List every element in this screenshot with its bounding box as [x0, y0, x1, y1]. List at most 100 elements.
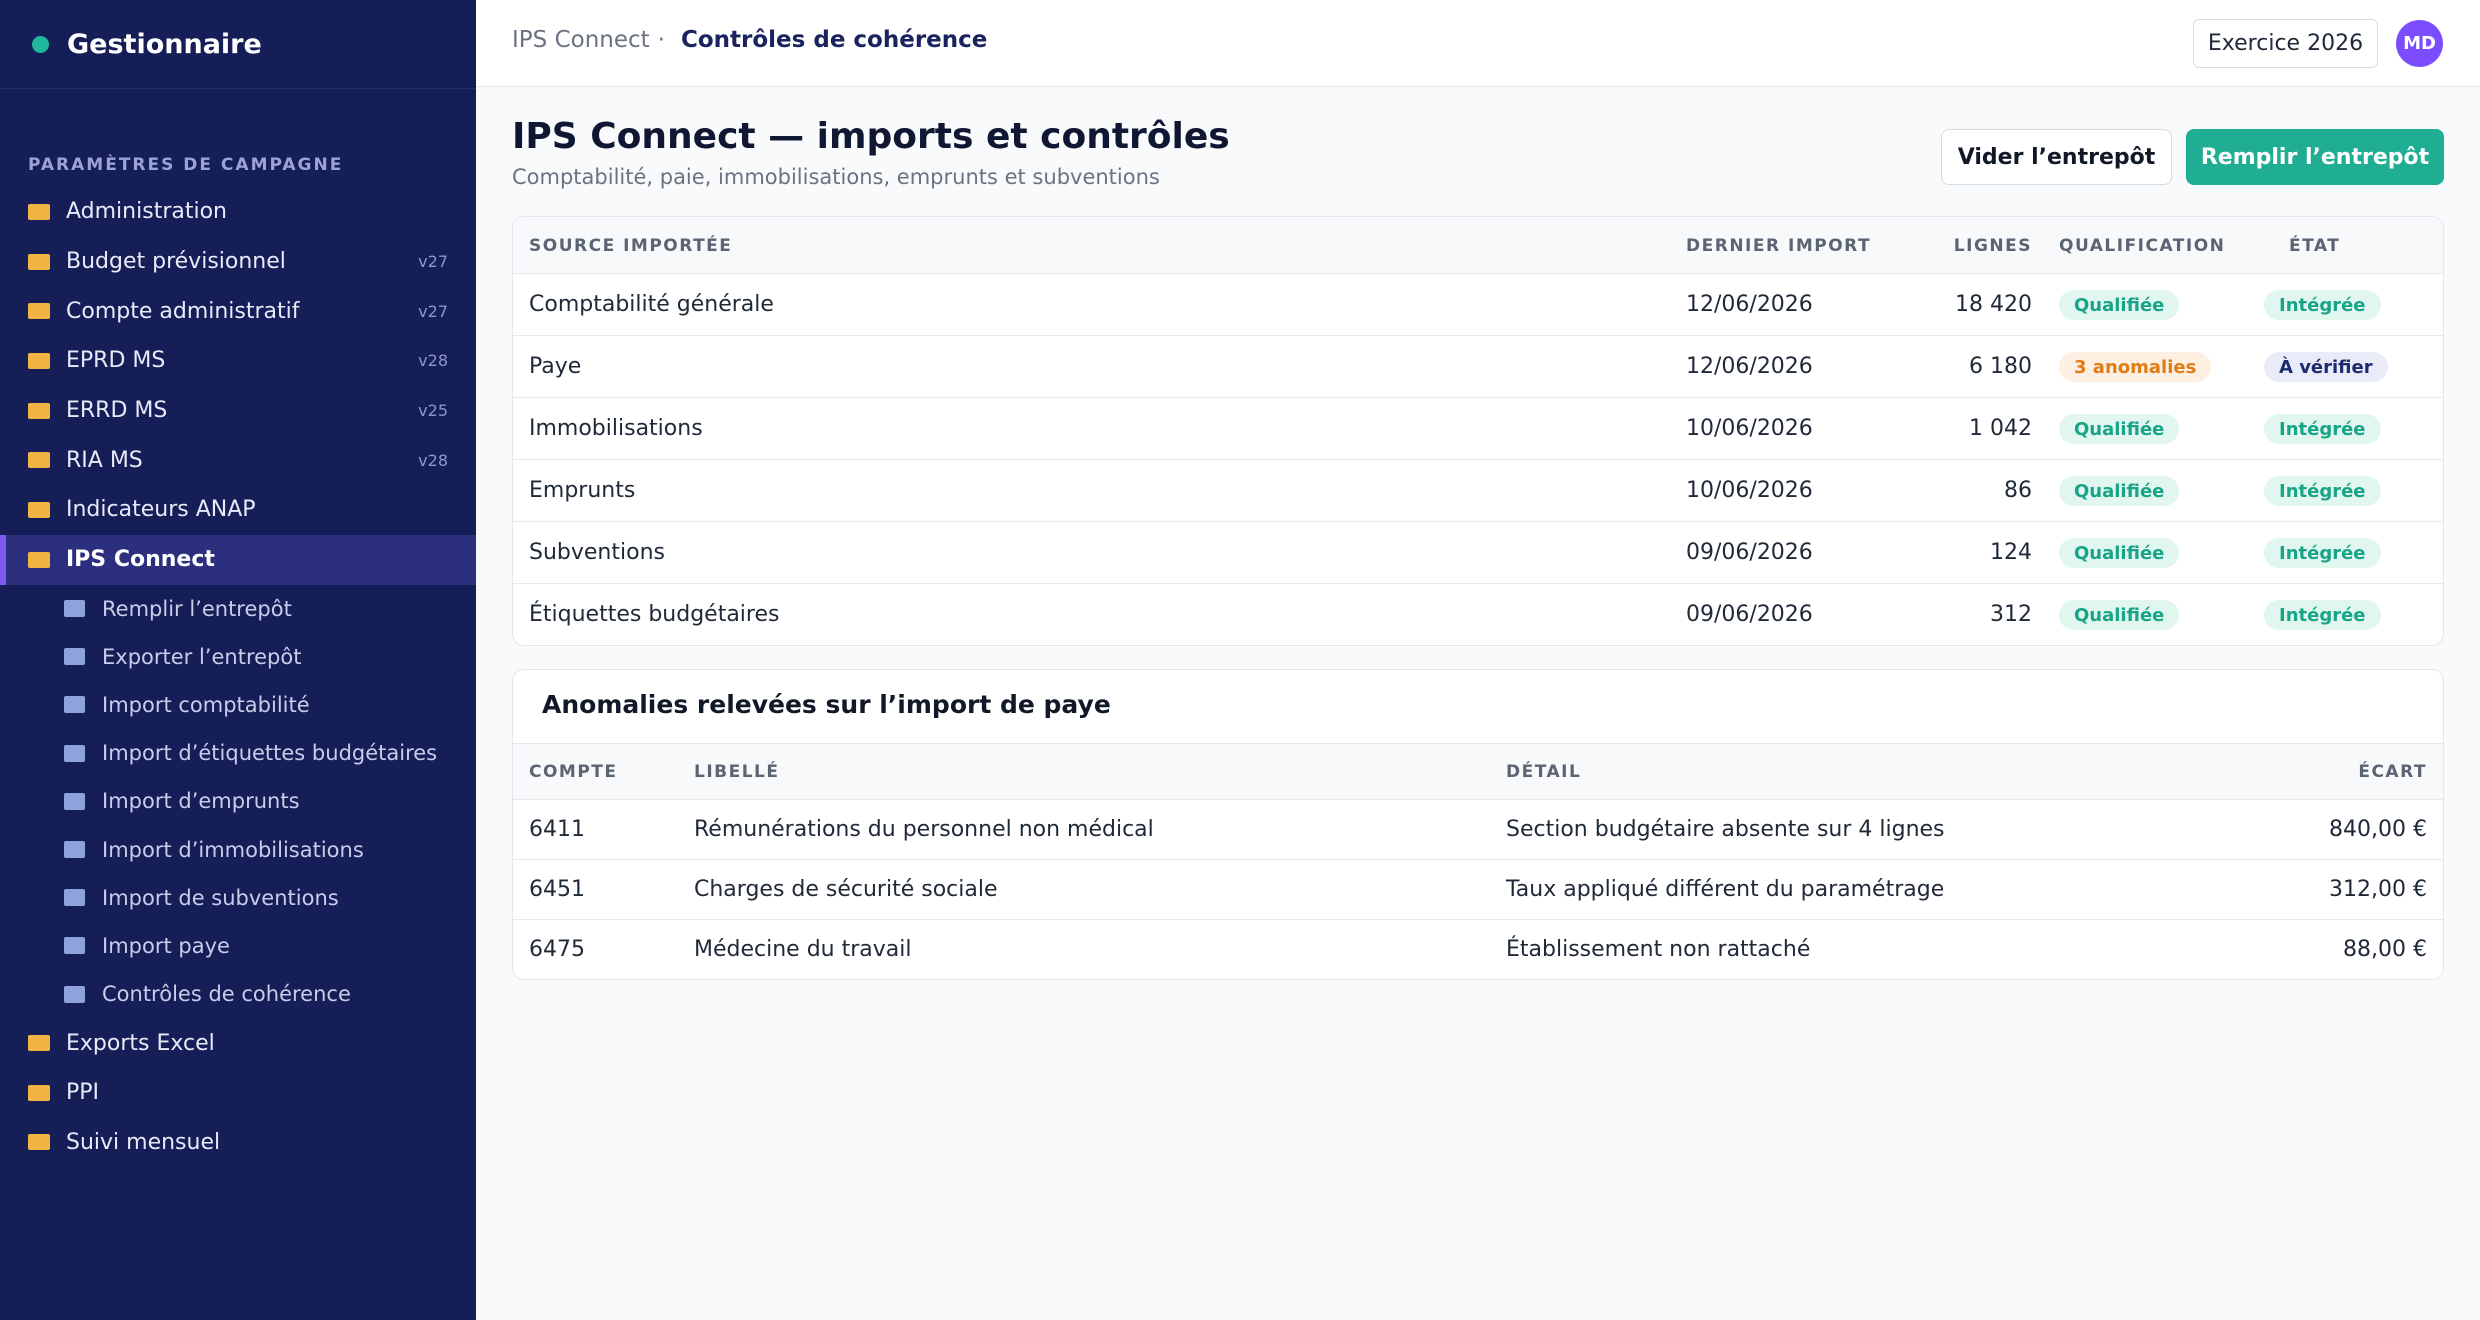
version-badge: v27 — [418, 301, 448, 321]
sidebar-subitem-remplir-entrepot[interactable]: Remplir l’entrepôt — [0, 585, 476, 633]
version-badge: v28 — [418, 450, 448, 470]
fill-warehouse-button[interactable]: Remplir l’entrepôt — [2186, 129, 2444, 185]
brand-name: Gestionnaire — [67, 28, 262, 60]
page-icon — [64, 696, 85, 714]
breadcrumb-current: Contrôles de cohérence — [680, 27, 988, 53]
breadcrumb-parent[interactable]: IPS Connect — [512, 27, 650, 53]
cell-detail: Établissement non rattaché — [1506, 937, 1811, 962]
state-badge: Intégrée — [2264, 290, 2381, 320]
anomalies-title: Anomalies relevées sur l’import de paye — [542, 690, 1111, 719]
avatar[interactable]: MD — [2396, 20, 2443, 67]
cell-date: 10/06/2026 — [1686, 416, 1813, 441]
sidebar-item-administration[interactable]: Administration — [0, 187, 476, 237]
cell-account: 6411 — [529, 817, 585, 842]
sidebar-item-label: RIA MS — [66, 447, 143, 473]
brand[interactable]: Gestionnaire — [32, 26, 262, 62]
sidebar-item-errd-ms[interactable]: ERRD MS v25 — [0, 386, 476, 436]
sidebar-item-eprd-ms[interactable]: EPRD MS v28 — [0, 336, 476, 386]
folder-icon — [28, 551, 50, 568]
state-badge: À vérifier — [2264, 352, 2388, 382]
cell-source: Emprunts — [529, 478, 636, 503]
page-icon — [64, 648, 85, 666]
table-row[interactable]: Comptabilité générale 12/06/2026 18 420 … — [513, 274, 2443, 336]
sidebar-divider — [0, 88, 476, 89]
sidebar-item-ppi[interactable]: PPI — [0, 1068, 476, 1118]
cell-source: Étiquettes budgétaires — [529, 602, 780, 627]
state-badge: Intégrée — [2264, 600, 2381, 630]
qualification-badge: Qualifiée — [2059, 414, 2180, 444]
qualification-badge: Qualifiée — [2059, 538, 2180, 568]
column-header-last-import: DERNIER IMPORT — [1686, 236, 1872, 256]
page-title: IPS Connect — imports et contrôles — [512, 116, 1230, 157]
page-subtitle: Comptabilité, paie, immobilisations, emp… — [512, 165, 1160, 189]
cell-lines: 1 042 — [1969, 416, 2032, 441]
sidebar-item-ria-ms[interactable]: RIA MS v28 — [0, 435, 476, 485]
version-badge: v28 — [418, 351, 448, 371]
cell-date: 09/06/2026 — [1686, 540, 1813, 565]
table-row[interactable]: Subventions 09/06/2026 124 Qualifiée Int… — [513, 522, 2443, 584]
cell-detail: Taux appliqué différent du paramétrage — [1506, 877, 1945, 902]
sidebar-section-title: PARAMÈTRES DE CAMPAGNE — [28, 155, 344, 175]
cell-source: Subventions — [529, 540, 665, 565]
sidebar-item-label: EPRD MS — [66, 348, 166, 374]
sidebar-subitem-import-subventions[interactable]: Import de subventions — [0, 874, 476, 922]
column-header-detail: DÉTAIL — [1506, 762, 1582, 782]
sidebar-item-label: Compte administratif — [66, 298, 300, 324]
page-icon — [64, 889, 85, 907]
column-header-source: SOURCE IMPORTÉE — [529, 236, 733, 256]
sidebar-nav: Administration Budget prévisionnel v27 C… — [0, 187, 476, 1167]
sidebar-subitem-label: Remplir l’entrepôt — [102, 596, 292, 621]
column-header-state: ÉTAT — [2289, 236, 2341, 256]
status-dot-icon — [32, 35, 49, 53]
sidebar-item-budget-previsionnel[interactable]: Budget prévisionnel v27 — [0, 237, 476, 287]
table-row[interactable]: 6451 Charges de sécurité sociale Taux ap… — [513, 860, 2443, 920]
empty-warehouse-button[interactable]: Vider l’entrepôt — [1941, 129, 2172, 185]
page-icon — [64, 600, 85, 618]
sidebar-item-indicateurs-anap[interactable]: Indicateurs ANAP — [0, 485, 476, 535]
sidebar-item-label: Budget prévisionnel — [66, 249, 286, 275]
column-header-label: LIBELLÉ — [694, 762, 780, 782]
column-header-account: COMPTE — [529, 762, 618, 782]
table-row[interactable]: 6475 Médecine du travail Établissement n… — [513, 920, 2443, 979]
sidebar-item-label: Administration — [66, 199, 227, 225]
table-row[interactable]: Étiquettes budgétaires 09/06/2026 312 Qu… — [513, 584, 2443, 645]
cell-lines: 312 — [1990, 602, 2032, 627]
sidebar-subitem-import-paye[interactable]: Import paye — [0, 922, 476, 970]
sidebar-item-compte-administratif[interactable]: Compte administratif v27 — [0, 286, 476, 336]
column-header-qualification: QUALIFICATION — [2059, 236, 2226, 256]
sidebar-item-exports-excel[interactable]: Exports Excel — [0, 1018, 476, 1068]
imports-table: SOURCE IMPORTÉE DERNIER IMPORT LIGNES QU… — [512, 216, 2444, 646]
qualification-badge: Qualifiée — [2059, 600, 2180, 630]
table-header: SOURCE IMPORTÉE DERNIER IMPORT LIGNES QU… — [513, 217, 2443, 274]
sidebar-item-label: ERRD MS — [66, 398, 168, 424]
qualification-badge: Qualifiée — [2059, 476, 2180, 506]
sidebar-subitem-import-etiquettes[interactable]: Import d’étiquettes budgétaires — [0, 729, 476, 777]
sidebar-subitem-exporter-entrepot[interactable]: Exporter l’entrepôt — [0, 633, 476, 681]
table-row[interactable]: Emprunts 10/06/2026 86 Qualifiée Intégré… — [513, 460, 2443, 522]
page-icon — [64, 744, 85, 762]
sidebar-item-label: Indicateurs ANAP — [66, 497, 256, 523]
breadcrumb: IPS Connect · Contrôles de cohérence — [512, 27, 987, 53]
cell-date: 10/06/2026 — [1686, 478, 1813, 503]
table-row[interactable]: Immobilisations 10/06/2026 1 042 Qualifi… — [513, 398, 2443, 460]
page-icon — [64, 985, 85, 1003]
sidebar-subitem-import-emprunts[interactable]: Import d’emprunts — [0, 777, 476, 825]
page-icon — [64, 937, 85, 955]
table-row[interactable]: Paye 12/06/2026 6 180 3 anomalies À véri… — [513, 336, 2443, 398]
sidebar-subitem-label: Import de subventions — [102, 885, 339, 910]
sidebar-subitem-import-comptabilite[interactable]: Import comptabilité — [0, 681, 476, 729]
table-row[interactable]: 6411 Rémunérations du personnel non médi… — [513, 800, 2443, 860]
cell-date: 12/06/2026 — [1686, 292, 1813, 317]
sidebar-subitem-controles-coherence[interactable]: Contrôles de cohérence — [0, 970, 476, 1018]
cell-label: Rémunérations du personnel non médical — [694, 817, 1154, 842]
version-badge: v25 — [418, 401, 448, 421]
qualification-badge: Qualifiée — [2059, 290, 2180, 320]
breadcrumb-separator: · — [657, 27, 665, 53]
sidebar-subitem-import-immobilisations[interactable]: Import d’immobilisations — [0, 825, 476, 873]
sidebar-item-ips-connect[interactable]: IPS Connect — [0, 534, 476, 585]
column-header-lines: LIGNES — [1953, 236, 2032, 256]
folder-icon — [28, 303, 50, 320]
sidebar-item-suivi-mensuel[interactable]: Suivi mensuel — [0, 1118, 476, 1168]
anomalies-table: Anomalies relevées sur l’import de paye … — [512, 669, 2444, 980]
fiscal-year-button[interactable]: Exercice 2026 — [2193, 19, 2378, 68]
